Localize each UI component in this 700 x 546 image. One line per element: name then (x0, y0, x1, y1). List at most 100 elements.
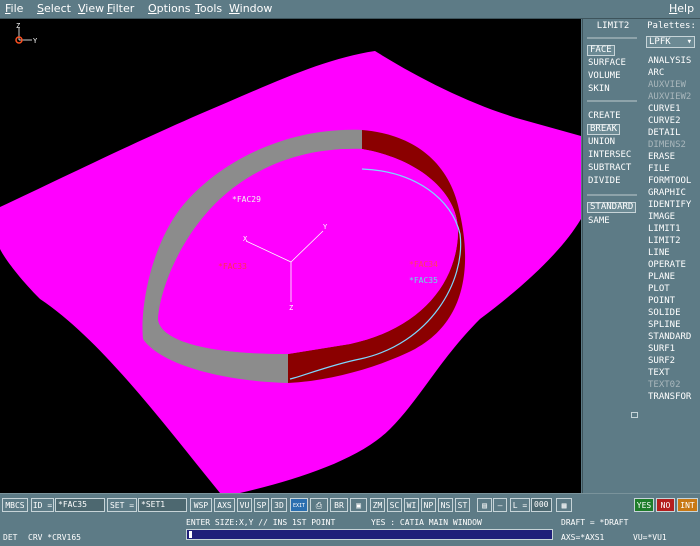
graphics-viewport[interactable]: Y X Z *FAC29 *FAC33 *FAC34 *FAC35 Z Y (0, 19, 581, 493)
label-fac35: *FAC35 (409, 276, 438, 285)
vu-button[interactable]: VU (237, 498, 252, 512)
ns-button[interactable]: NS (438, 498, 453, 512)
menu-filter[interactable]: Filter (107, 2, 134, 15)
bottom-toolbar: MBCS ID = *FAC35 SET = *SET1 WSP AXS VU … (0, 493, 700, 517)
palette-item[interactable]: SURF1 (648, 344, 675, 354)
yes-button[interactable]: YES (634, 498, 654, 512)
printer-icon[interactable]: ⎙ (310, 498, 328, 512)
palette-item[interactable]: AUXVIEW2 (648, 92, 691, 102)
l-button[interactable]: L = (510, 498, 530, 512)
limit2-surface[interactable]: SURFACE (588, 58, 626, 68)
palette-item[interactable]: CURVE2 (648, 116, 681, 126)
label-fac34: *FAC34 (409, 260, 438, 269)
palette-item[interactable]: ERASE (648, 152, 675, 162)
separator (587, 100, 637, 102)
mode-text: DET (3, 533, 18, 542)
menu-view[interactable]: View (78, 2, 104, 15)
menu-options[interactable]: Options (148, 2, 190, 15)
limit2-volume[interactable]: VOLUME (588, 71, 621, 81)
palette-item[interactable]: IDENTIFY (648, 200, 691, 210)
limit2-union[interactable]: UNION (588, 137, 615, 147)
palette-item[interactable]: TEXT02 (648, 380, 681, 390)
l-button-label: L (512, 501, 518, 510)
axs-button[interactable]: AXS (214, 498, 235, 512)
sc-button[interactable]: SC (387, 498, 402, 512)
palette-item[interactable]: LIMIT2 (648, 236, 681, 246)
palette-item[interactable]: LINE (648, 248, 670, 258)
progress-fill (189, 531, 192, 538)
palette-item[interactable]: TEXT (648, 368, 670, 378)
separator (587, 37, 637, 39)
limit2-create[interactable]: CREATE (588, 111, 621, 121)
command-progress-bar (186, 529, 553, 540)
label-fac29: *FAC29 (232, 195, 261, 204)
line-icon[interactable]: — (493, 498, 507, 512)
palette-item[interactable]: IMAGE (648, 212, 675, 222)
palette-item[interactable]: TRANSFOR (648, 392, 691, 402)
resize-handle[interactable] (631, 412, 638, 418)
limit2-panel: LIMIT2 FACE SURFACE VOLUME SKIN CREATE B… (582, 19, 644, 493)
triad-z-label: Z (16, 22, 20, 30)
palette-item[interactable]: OPERATE (648, 260, 686, 270)
menu-window[interactable]: Window (229, 2, 272, 15)
palette-item[interactable]: AUXVIEW (648, 80, 686, 90)
menu-select[interactable]: Select (37, 2, 71, 15)
exit-button[interactable]: EXIT (290, 498, 308, 512)
limit2-subtract[interactable]: SUBTRACT (588, 163, 631, 173)
palette-item[interactable]: ARC (648, 68, 664, 78)
limit2-standard[interactable]: STANDARD (587, 202, 637, 213)
draft-text: DRAFT = *DRAFT (561, 518, 629, 527)
limit2-divide[interactable]: DIVIDE (588, 176, 621, 186)
sp-button[interactable]: SP (254, 498, 269, 512)
palette-item[interactable]: FORMTOOL (648, 176, 691, 186)
limit2-same[interactable]: SAME (588, 216, 610, 226)
palette-item[interactable]: PLANE (648, 272, 675, 282)
palette-item[interactable]: POINT (648, 296, 675, 306)
mbcs-button[interactable]: MBCS (2, 498, 28, 512)
palette-item[interactable]: CURVE1 (648, 104, 681, 114)
menu-bar: File Select View Filter Options Tools Wi… (0, 0, 700, 19)
limit2-face[interactable]: FACE (587, 45, 615, 56)
palette-dropdown[interactable]: LPFK ▾ (646, 36, 695, 48)
palette-item[interactable]: FILE (648, 164, 670, 174)
grid-icon[interactable]: ▦ (556, 498, 572, 512)
cube-icon[interactable]: ▣ (350, 498, 367, 512)
limit2-skin[interactable]: SKIN (588, 84, 610, 94)
menu-tools[interactable]: Tools (195, 2, 222, 15)
palette-item[interactable]: DIMENS2 (648, 140, 686, 150)
wsp-button[interactable]: WSP (190, 498, 212, 512)
menu-help[interactable]: Help (669, 2, 694, 15)
vu-text: VU=*VU1 (633, 533, 667, 542)
palette-item[interactable]: DETAIL (648, 128, 681, 138)
palette-item[interactable]: ANALYSIS (648, 56, 691, 66)
st-button[interactable]: ST (455, 498, 470, 512)
limit2-title: LIMIT2 (596, 21, 630, 31)
id-button[interactable]: ID = (31, 498, 54, 512)
no-button[interactable]: NO (656, 498, 675, 512)
palette-item[interactable]: LIMIT1 (648, 224, 681, 234)
limit2-intersec[interactable]: INTERSEC (588, 150, 631, 160)
palette-item[interactable]: STANDARD (648, 332, 691, 342)
int-button[interactable]: INT (677, 498, 698, 512)
palette-item[interactable]: SOLIDE (648, 308, 681, 318)
3d-button[interactable]: 3D (271, 498, 287, 512)
label-fac33: *FAC33 (218, 262, 247, 271)
l-field[interactable]: 000 (531, 498, 552, 512)
palette-item[interactable]: SURF2 (648, 356, 675, 366)
br-button[interactable]: BR (330, 498, 348, 512)
axs-text: AXS=*AXS1 (561, 533, 605, 542)
menu-file[interactable]: File (5, 2, 23, 15)
palette-item[interactable]: SPLINE (648, 320, 681, 330)
cylinder-icon[interactable]: ▤ (477, 498, 492, 512)
limit2-break[interactable]: BREAK (587, 124, 621, 135)
id-field[interactable]: *FAC35 (55, 498, 105, 512)
set-button[interactable]: SET = (107, 498, 137, 512)
wi-button[interactable]: WI (404, 498, 419, 512)
palette-item[interactable]: PLOT (648, 284, 670, 294)
np-button[interactable]: NP (421, 498, 436, 512)
window-text: YES : CATIA MAIN WINDOW (371, 518, 482, 527)
palette-item[interactable]: GRAPHIC (648, 188, 686, 198)
id-button-label: ID (32, 501, 43, 510)
set-field[interactable]: *SET1 (138, 498, 187, 512)
zm-button[interactable]: ZM (370, 498, 385, 512)
